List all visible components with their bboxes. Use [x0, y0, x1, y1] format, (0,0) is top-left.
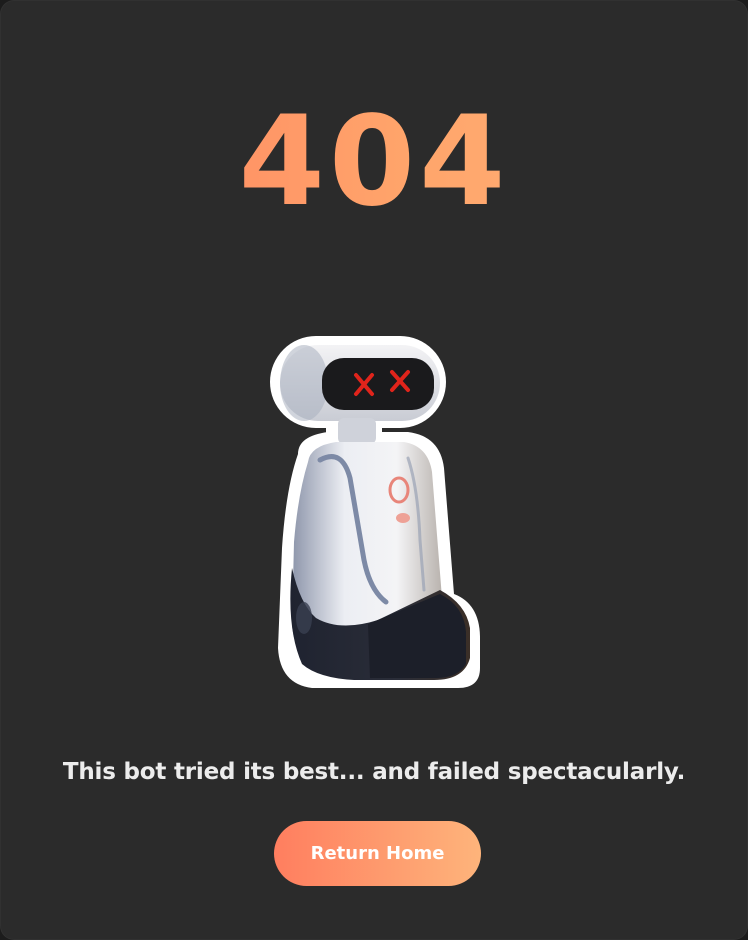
return-home-button[interactable]: Return Home [274, 821, 481, 886]
broken-robot-icon [270, 336, 480, 688]
error-card: 404 This bot tried its best... and faile… [0, 0, 748, 940]
error-message: This bot tried its best... and failed sp… [62, 759, 686, 785]
robot-neck [338, 418, 376, 444]
error-code: 404 [0, 92, 748, 232]
robot-head [280, 345, 440, 421]
